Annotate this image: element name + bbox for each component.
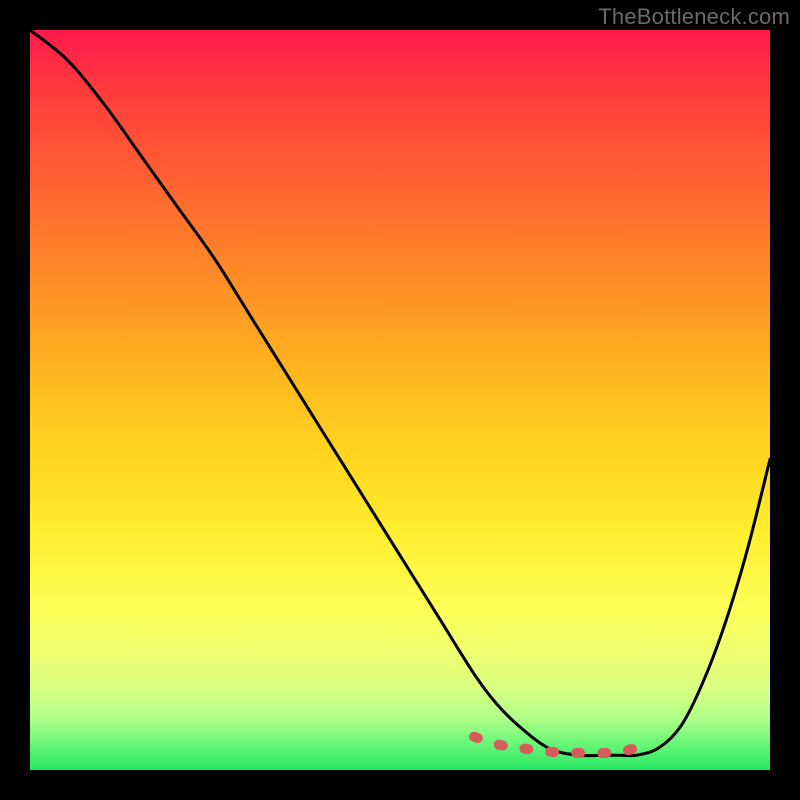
chart-frame: TheBottleneck.com <box>0 0 800 800</box>
black-curve <box>30 30 770 756</box>
plot-area <box>30 30 770 770</box>
red-dash-highlight <box>474 737 637 753</box>
watermark-text: TheBottleneck.com <box>598 4 790 30</box>
curve-layer <box>30 30 770 770</box>
